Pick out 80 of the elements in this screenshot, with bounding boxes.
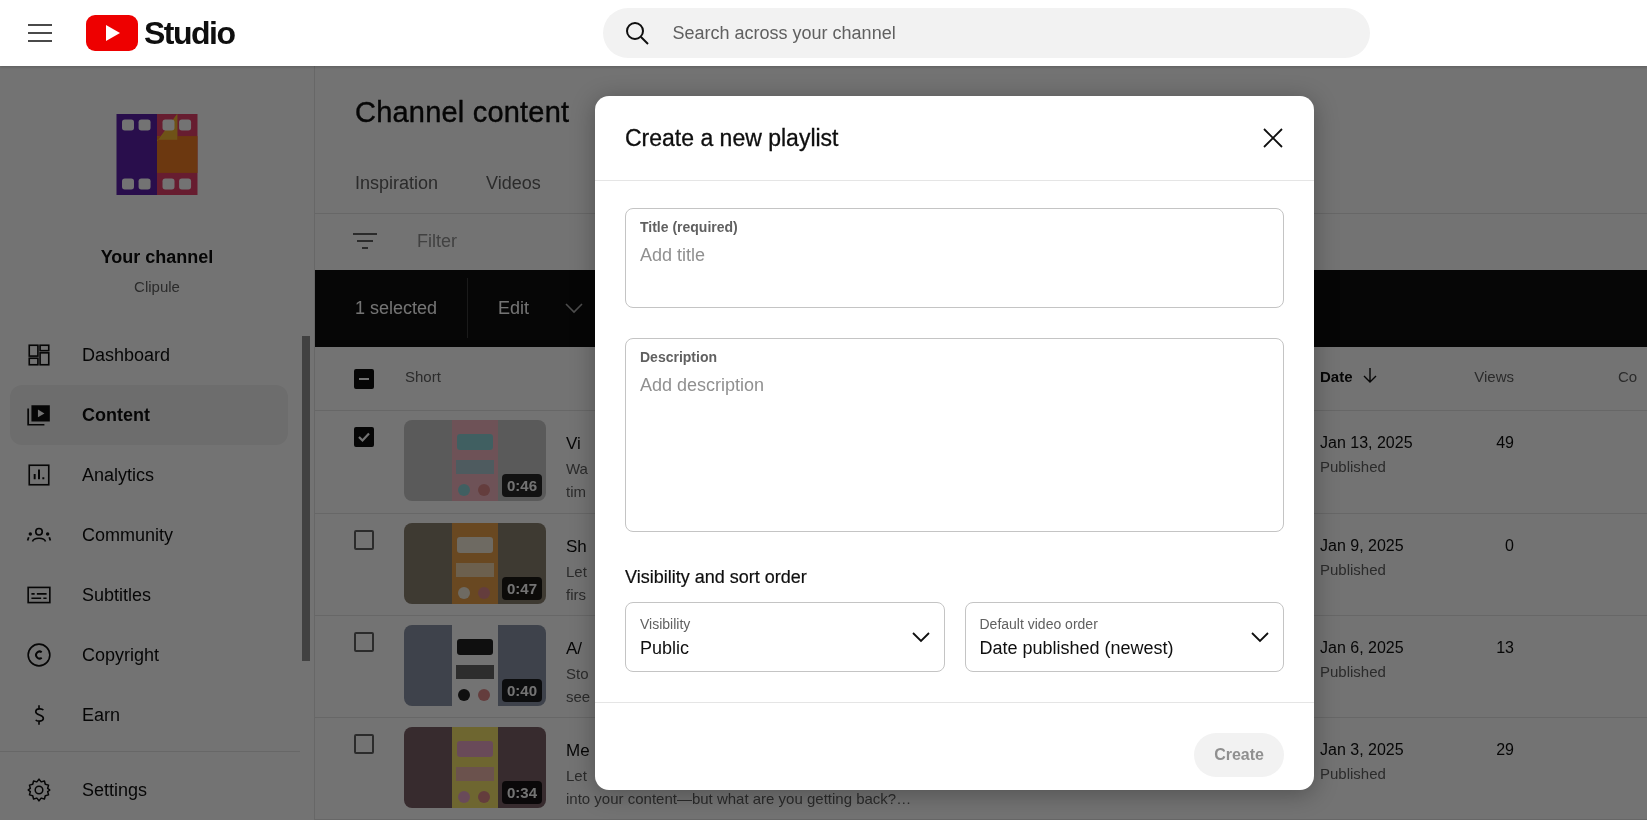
sidebar-item[interactable]: Content (10, 385, 288, 445)
video-description: see (566, 687, 591, 705)
studio-logo[interactable]: Studio (86, 14, 235, 52)
sidebar-item[interactable]: Dashboard (10, 325, 288, 385)
channel-handle: Clipule (133, 278, 181, 295)
date-cell: Jan 6, 2025 (1320, 638, 1404, 657)
description-field[interactable]: Description Add description (625, 338, 1284, 532)
sidebar-item[interactable]: Copyright (10, 625, 288, 685)
content-icon (26, 402, 52, 428)
date-cell: Jan 13, 2025 (1320, 434, 1413, 453)
video-title[interactable]: Sh (566, 536, 587, 557)
row-checkbox[interactable] (354, 529, 374, 550)
chevron-icon (911, 631, 930, 643)
title-input[interactable]: Add title (640, 245, 1269, 266)
minus-icon (359, 377, 369, 380)
date-cell: Jan 9, 2025 (1320, 536, 1404, 555)
search-bar[interactable]: Search across your channel (602, 8, 1370, 58)
duration-badge: 0:46 (501, 474, 542, 498)
dropdown[interactable]: Default video order Date published (newest) (964, 602, 1284, 672)
chevron-icon (1251, 631, 1269, 643)
video-title[interactable]: Me (566, 740, 590, 761)
column-header[interactable]: Date (1320, 367, 1377, 385)
status-text: Published (1320, 560, 1387, 578)
copyright-icon (26, 642, 52, 668)
selected-count: 1 selected (315, 278, 469, 339)
row-checkbox[interactable] (354, 427, 374, 448)
video-description: Sto (566, 664, 589, 682)
date-cell: Jan 3, 2025 (1320, 740, 1404, 759)
section-heading: Visibility and sort order (625, 567, 808, 588)
video-description: tim (566, 483, 586, 501)
sidebar-item[interactable]: Settings (10, 760, 288, 820)
views-cell: 13 (1496, 638, 1514, 657)
video-description: Let (566, 766, 587, 784)
analytics-icon (26, 462, 52, 488)
search-input[interactable]: Search across your channel (670, 21, 1370, 45)
edit-button[interactable]: Edit (498, 297, 584, 319)
caret-icon (565, 302, 584, 314)
video-description: Let (566, 562, 587, 580)
sidebar-item[interactable]: Community (10, 505, 288, 565)
select-all-checkbox[interactable] (354, 368, 374, 389)
video-title[interactable]: Vi (566, 434, 581, 455)
tab[interactable]: Inspiration (355, 173, 439, 213)
title-field[interactable]: Title (required) Add title (625, 208, 1284, 308)
dashboard-icon (26, 342, 52, 368)
row-checkbox[interactable] (354, 733, 374, 754)
close-icon (1262, 127, 1284, 149)
close-button[interactable] (1262, 127, 1284, 149)
description-input[interactable]: Add description (640, 375, 1269, 521)
menu-button[interactable] (28, 24, 52, 42)
video-title[interactable]: A/ (566, 638, 583, 659)
field-label: Description (640, 349, 718, 365)
video-description: firs (566, 585, 586, 603)
play-logo-icon (86, 15, 138, 51)
scrollbar[interactable] (302, 336, 310, 661)
video-description: Wa (566, 460, 588, 478)
filter-icon[interactable] (353, 233, 377, 251)
channel-name: Your channel (99, 247, 215, 268)
sidebar-item[interactable]: Subtitles (10, 565, 288, 625)
column-header[interactable]: Short (405, 367, 441, 385)
views-cell: 29 (1496, 740, 1514, 759)
status-text: Published (1320, 764, 1387, 782)
sort-arrow-icon (1362, 367, 1377, 384)
settings-icon (26, 777, 52, 803)
column-header[interactable]: Co (1618, 367, 1638, 385)
sidebar-item[interactable]: Analytics (10, 445, 288, 505)
column-header[interactable]: Views (1474, 367, 1514, 385)
row-checkbox[interactable] (354, 631, 374, 652)
menu-icon (28, 24, 52, 42)
dropdown[interactable]: Visibility Public (625, 602, 945, 672)
search-icon (624, 21, 649, 45)
video-description: into your content—but what are you getting back?… (566, 789, 912, 807)
sidebar-item[interactable]: Earn (10, 685, 288, 745)
views-cell: 49 (1496, 434, 1514, 453)
page-title: Channel content (355, 96, 571, 129)
views-cell: 0 (1505, 536, 1514, 555)
status-text: Published (1320, 662, 1387, 680)
tab[interactable]: Videos (486, 173, 541, 213)
status-text: Published (1320, 458, 1387, 476)
field-label: Title (required) (640, 219, 739, 235)
dialog-title: Create a new playlist (625, 124, 839, 152)
